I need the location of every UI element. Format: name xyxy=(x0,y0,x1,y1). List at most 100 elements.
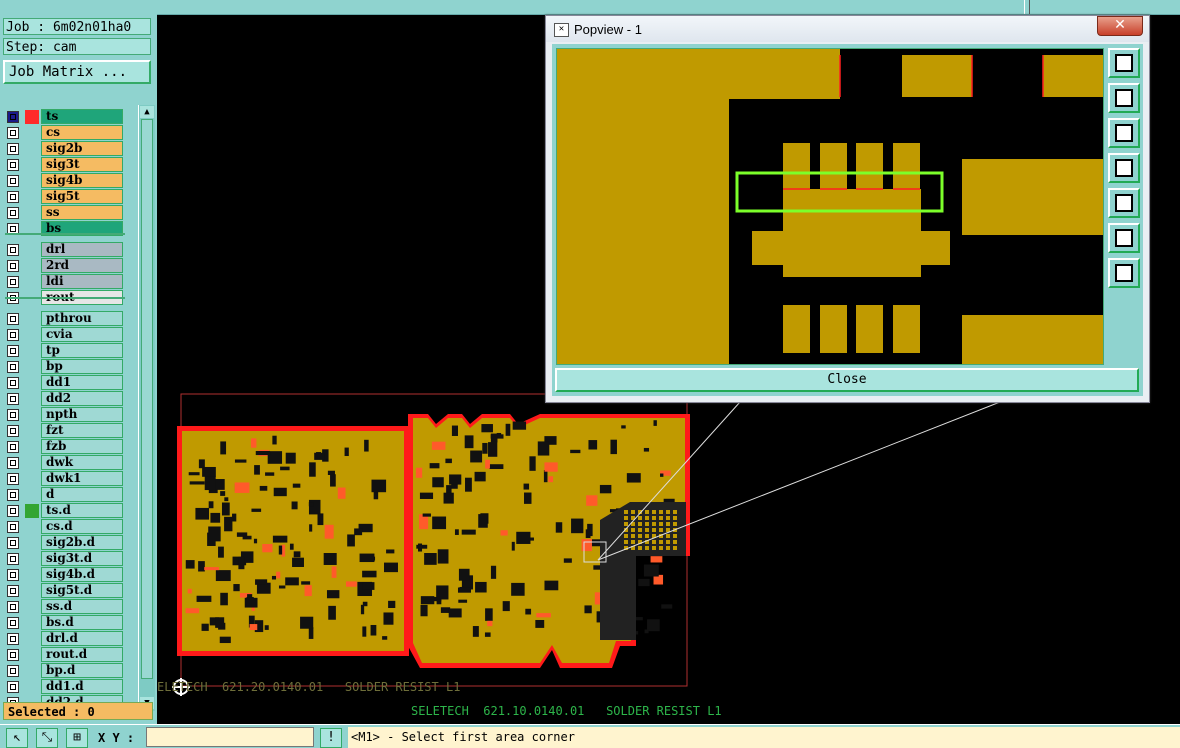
layer-row[interactable]: d xyxy=(5,487,125,503)
layer-affected-marker[interactable] xyxy=(25,680,39,694)
layer-name[interactable]: sig5t xyxy=(41,189,123,204)
layer-checkbox[interactable] xyxy=(7,489,19,501)
layer-name[interactable]: fzt xyxy=(41,423,123,438)
layer-row[interactable]: bp xyxy=(5,359,125,375)
layer-affected-marker[interactable] xyxy=(25,110,39,124)
measure-icon[interactable]: ⤡ xyxy=(36,728,58,748)
layer-affected-marker[interactable] xyxy=(25,424,39,438)
layer-row[interactable]: drl xyxy=(5,242,125,258)
layer-name[interactable]: dwk xyxy=(41,455,123,470)
layer-checkbox[interactable] xyxy=(7,537,19,549)
layer-row[interactable]: fzt xyxy=(5,423,125,439)
layer-row[interactable]: ss xyxy=(5,205,125,221)
layer-checkbox[interactable] xyxy=(7,393,19,405)
layer-row[interactable]: dwk1 xyxy=(5,471,125,487)
job-matrix-button[interactable]: Job Matrix ... xyxy=(3,60,151,84)
layer-affected-marker[interactable] xyxy=(25,584,39,598)
layer-affected-marker[interactable] xyxy=(25,243,39,257)
layer-name[interactable]: sig2b.d xyxy=(41,535,123,550)
layer-affected-marker[interactable] xyxy=(25,616,39,630)
layer-checkbox[interactable] xyxy=(7,505,19,517)
layer-name[interactable]: dwk1 xyxy=(41,471,123,486)
layer-checkbox[interactable] xyxy=(7,457,19,469)
layer-checkbox[interactable] xyxy=(7,665,19,677)
layer-affected-marker[interactable] xyxy=(25,360,39,374)
layer-checkbox[interactable] xyxy=(7,617,19,629)
layer-affected-marker[interactable] xyxy=(25,259,39,273)
layer-checkbox[interactable] xyxy=(7,276,19,288)
pan-down-icon[interactable] xyxy=(1108,118,1140,148)
layer-name[interactable]: ldi xyxy=(41,274,123,289)
layer-name[interactable]: sig5t.d xyxy=(41,583,123,598)
layer-name[interactable]: sig3t.d xyxy=(41,551,123,566)
xy-input[interactable] xyxy=(146,727,314,747)
layer-name[interactable]: sig4b xyxy=(41,173,123,188)
layer-row[interactable]: cvia xyxy=(5,327,125,343)
layer-affected-marker[interactable] xyxy=(25,312,39,326)
layer-row[interactable]: sig5t xyxy=(5,189,125,205)
layer-checkbox[interactable] xyxy=(7,441,19,453)
layer-checkbox[interactable] xyxy=(7,681,19,693)
layer-affected-marker[interactable] xyxy=(25,126,39,140)
layer-row[interactable]: bs.d xyxy=(5,615,125,631)
layer-row[interactable]: npth xyxy=(5,407,125,423)
layer-row[interactable]: cs xyxy=(5,125,125,141)
layer-row[interactable]: 2rd xyxy=(5,258,125,274)
close-icon[interactable]: ✕ xyxy=(1097,16,1143,36)
layer-name[interactable]: sig2b xyxy=(41,141,123,156)
layer-row[interactable]: pthrou xyxy=(5,311,125,327)
layer-row[interactable]: sig4b xyxy=(5,173,125,189)
scroll-up-icon[interactable]: ▲ xyxy=(140,106,154,118)
pan-left-icon[interactable] xyxy=(1108,153,1140,183)
layer-checkbox[interactable] xyxy=(7,207,19,219)
layer-affected-marker[interactable] xyxy=(25,568,39,582)
layer-checkbox[interactable] xyxy=(7,345,19,357)
layer-name[interactable]: drl.d xyxy=(41,631,123,646)
layer-name[interactable]: bp xyxy=(41,359,123,374)
layer-checkbox[interactable] xyxy=(7,143,19,155)
layer-checkbox[interactable] xyxy=(7,633,19,645)
layer-row[interactable]: dwk xyxy=(5,455,125,471)
layer-affected-marker[interactable] xyxy=(25,392,39,406)
layer-affected-marker[interactable] xyxy=(25,472,39,486)
layer-name[interactable]: ts xyxy=(41,109,123,124)
zoom-out-icon[interactable] xyxy=(1108,223,1140,253)
zoom-view[interactable] xyxy=(556,48,1104,365)
layer-affected-marker[interactable] xyxy=(25,328,39,342)
layer-checkbox[interactable] xyxy=(7,329,19,341)
layer-row[interactable]: ss.d xyxy=(5,599,125,615)
layer-name[interactable]: rout.d xyxy=(41,647,123,662)
layer-row[interactable]: tp xyxy=(5,343,125,359)
layer-row[interactable]: sig2b xyxy=(5,141,125,157)
layer-name[interactable]: dd2 xyxy=(41,391,123,406)
zoom-home-icon[interactable] xyxy=(1108,48,1140,78)
scroll-thumb[interactable] xyxy=(141,119,153,679)
zoom-in-icon[interactable] xyxy=(1108,258,1140,288)
layer-row[interactable]: rout.d xyxy=(5,647,125,663)
select-arrow-icon[interactable]: ↖ xyxy=(6,728,28,748)
layer-name[interactable]: d xyxy=(41,487,123,502)
layer-name[interactable]: cs xyxy=(41,125,123,140)
layer-affected-marker[interactable] xyxy=(25,440,39,454)
layer-name[interactable]: fzb xyxy=(41,439,123,454)
layer-scrollbar[interactable]: ▲ ▼ xyxy=(138,105,155,711)
layer-checkbox[interactable] xyxy=(7,191,19,203)
layer-name[interactable]: sig3t xyxy=(41,157,123,172)
layer-row[interactable]: drl.d xyxy=(5,631,125,647)
layer-name[interactable]: npth xyxy=(41,407,123,422)
pan-right-icon[interactable] xyxy=(1108,188,1140,218)
layer-row[interactable]: bp.d xyxy=(5,663,125,679)
layer-checkbox[interactable] xyxy=(7,425,19,437)
layer-name[interactable]: cs.d xyxy=(41,519,123,534)
layer-name[interactable]: 2rd xyxy=(41,258,123,273)
layer-name[interactable]: drl xyxy=(41,242,123,257)
layer-row[interactable]: sig3t.d xyxy=(5,551,125,567)
layer-row[interactable]: sig2b.d xyxy=(5,535,125,551)
layer-affected-marker[interactable] xyxy=(25,206,39,220)
alert-icon[interactable]: ! xyxy=(320,728,342,748)
layer-affected-marker[interactable] xyxy=(25,456,39,470)
layer-checkbox[interactable] xyxy=(7,111,19,123)
layer-checkbox[interactable] xyxy=(7,553,19,565)
layer-checkbox[interactable] xyxy=(7,159,19,171)
layer-row[interactable]: dd1.d xyxy=(5,679,125,695)
